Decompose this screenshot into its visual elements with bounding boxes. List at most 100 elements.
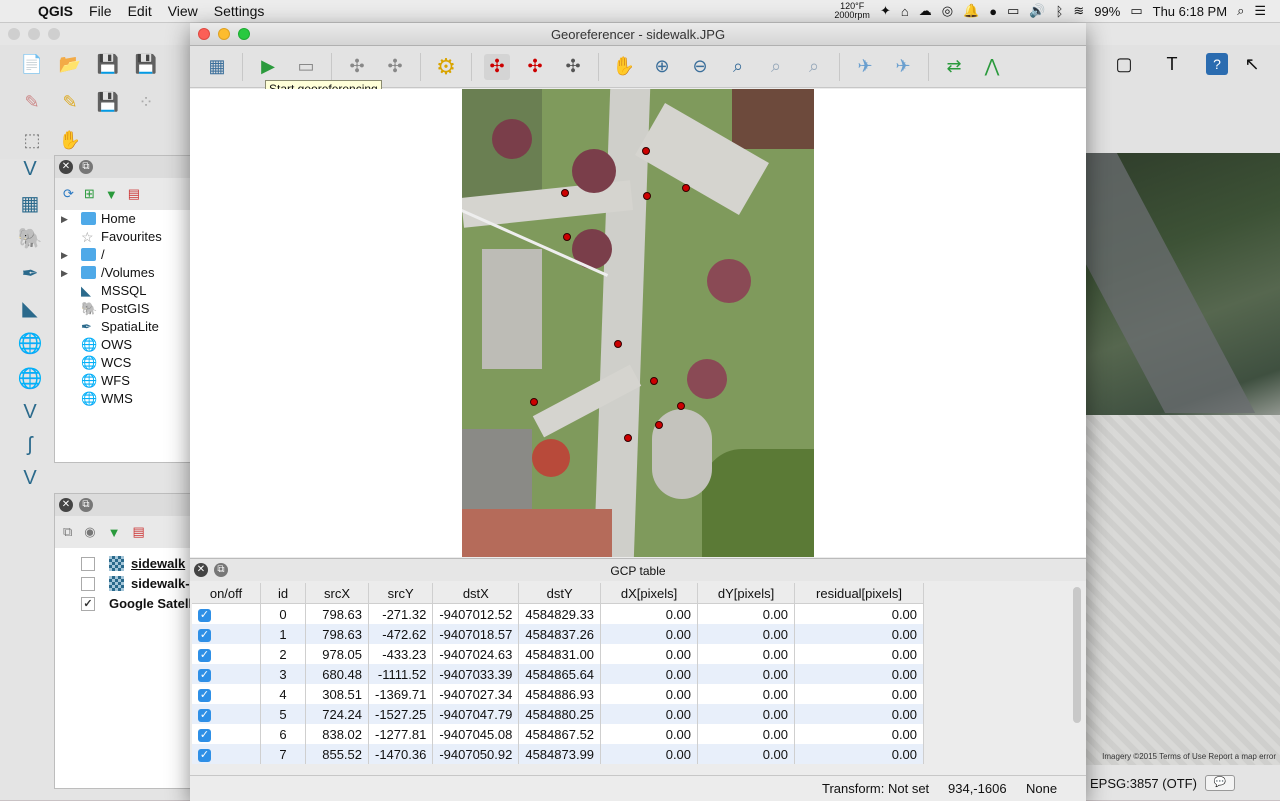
- table-row[interactable]: ✓ 0 798.63 -271.32 -9407012.52 4584829.3…: [192, 603, 925, 624]
- cell-dstx[interactable]: -9407050.92: [432, 744, 520, 764]
- expand-arrow-icon[interactable]: ▶: [61, 210, 68, 228]
- add-mssql-layer-icon[interactable]: ◣: [22, 296, 37, 321]
- column-header-id[interactable]: id: [260, 583, 306, 604]
- chat-bubble-icon[interactable]: ●: [989, 4, 997, 19]
- qgis-minimize-button[interactable]: [28, 28, 40, 40]
- zoom-next-icon[interactable]: ⌕: [801, 54, 827, 80]
- layer-group-icon[interactable]: ⧉: [63, 524, 72, 540]
- add-feature-icon[interactable]: ⁘: [132, 88, 160, 116]
- column-header-srcx[interactable]: srcX: [305, 583, 369, 604]
- gcp-marker[interactable]: [682, 184, 690, 192]
- cell-dsty[interactable]: 4584829.33: [518, 603, 602, 624]
- gcp-marker[interactable]: [643, 192, 651, 200]
- table-row[interactable]: ✓ 6 838.02 -1277.81 -9407045.08 4584867.…: [192, 724, 925, 744]
- browser-item-spatialite[interactable]: ✒ SpatiaLite: [55, 318, 191, 336]
- crs-status-button[interactable]: EPSG:3857 (OTF): [1090, 776, 1197, 791]
- browser-item-wcs[interactable]: 🌐 WCS: [55, 354, 191, 372]
- cell-srcy[interactable]: -1470.36: [368, 744, 434, 764]
- point-enabled-checkbox[interactable]: ✓: [198, 708, 211, 722]
- cell-dsty[interactable]: 4584837.26: [518, 624, 602, 644]
- battery-percent[interactable]: 99%: [1094, 4, 1120, 19]
- layer-item-sidewalk[interactable]: sidewalk: [55, 554, 191, 574]
- zoom-to-layer-icon[interactable]: ⌕: [725, 54, 751, 80]
- filter-legend-icon[interactable]: ▼: [108, 525, 121, 540]
- new-project-icon[interactable]: 📄: [18, 50, 46, 78]
- visibility-eye-icon[interactable]: ◉: [84, 524, 95, 540]
- menu-view[interactable]: View: [160, 3, 206, 19]
- cell-srcx[interactable]: 724.24: [305, 704, 369, 724]
- gcp-table-scrollbar[interactable]: [1073, 587, 1081, 723]
- transformation-settings-icon[interactable]: ⚙: [433, 54, 459, 80]
- filter-icon[interactable]: ▼: [105, 187, 118, 202]
- new-print-composer-icon[interactable]: ▢: [1110, 50, 1138, 78]
- load-gcp-points-icon[interactable]: ✣: [344, 54, 370, 80]
- browser-item-home[interactable]: ▶ Home: [55, 210, 191, 228]
- help-icon[interactable]: ?: [1206, 53, 1228, 75]
- gcp-marker[interactable]: [563, 233, 571, 241]
- browser-item-postgis[interactable]: 🐘 PostGIS: [55, 300, 191, 318]
- cell-srcx[interactable]: 838.02: [305, 724, 369, 744]
- cell-dstx[interactable]: -9407027.34: [432, 684, 520, 704]
- move-gcp-point-icon[interactable]: ✣: [560, 54, 586, 80]
- cell-srcx[interactable]: 855.52: [305, 744, 369, 764]
- link-qgis-icon[interactable]: ✈: [890, 54, 916, 80]
- column-header-dy[interactable]: dY[pixels]: [697, 583, 796, 604]
- add-layers-icon[interactable]: ⊞: [84, 186, 95, 202]
- zoom-last-icon[interactable]: ⌕: [763, 54, 789, 80]
- expand-arrow-icon[interactable]: ▶: [61, 246, 68, 264]
- float-panel-icon[interactable]: ⧉: [79, 160, 93, 174]
- cell-srcx[interactable]: 978.05: [305, 644, 369, 664]
- edit-pencil-icon[interactable]: ✎: [18, 88, 46, 116]
- browser-item-wfs[interactable]: 🌐 WFS: [55, 372, 191, 390]
- save-as-icon[interactable]: 💾: [132, 50, 160, 78]
- bank-icon[interactable]: ⌂: [901, 4, 909, 19]
- layer-visibility-checkbox[interactable]: [81, 577, 95, 591]
- close-panel-icon[interactable]: ✕: [59, 498, 73, 512]
- dropbox-icon[interactable]: ✦: [880, 3, 891, 19]
- notification-bell-icon[interactable]: 🔔: [963, 3, 979, 19]
- close-panel-icon[interactable]: ✕: [59, 160, 73, 174]
- airplay-icon[interactable]: ▭: [1007, 3, 1019, 19]
- gcp-marker[interactable]: [561, 189, 569, 197]
- add-point-icon[interactable]: ✣: [484, 53, 510, 80]
- column-header-dx[interactable]: dX[pixels]: [600, 583, 699, 604]
- generate-gdal-script-icon[interactable]: ▭: [293, 54, 319, 80]
- point-enabled-checkbox[interactable]: ✓: [198, 748, 211, 762]
- map-canvas[interactable]: Imagery ©2015 Terms of Use Report a map …: [1086, 153, 1280, 765]
- add-wfs-layer-icon[interactable]: V: [23, 401, 36, 424]
- cell-srcx[interactable]: 680.48: [305, 664, 369, 684]
- menu-edit[interactable]: Edit: [120, 3, 160, 19]
- table-row[interactable]: ✓ 4 308.51 -1369.71 -9407027.34 4584886.…: [192, 684, 925, 704]
- point-enabled-checkbox[interactable]: ✓: [198, 608, 211, 622]
- full-histogram-stretch-icon[interactable]: ⇄: [941, 54, 967, 80]
- add-wcs-layer-icon[interactable]: 🌐: [18, 366, 43, 391]
- cell-srcy[interactable]: -433.23: [368, 644, 434, 664]
- zoom-in-icon[interactable]: ⊕: [649, 54, 675, 80]
- gcp-marker[interactable]: [530, 398, 538, 406]
- cell-srcy[interactable]: -1111.52: [368, 664, 434, 684]
- cell-dsty[interactable]: 4584865.64: [518, 664, 602, 684]
- table-row[interactable]: ✓ 5 724.24 -1527.25 -9407047.79 4584880.…: [192, 704, 925, 724]
- new-shapefile-icon[interactable]: V: [23, 467, 36, 490]
- column-header-dstx[interactable]: dstX: [432, 583, 520, 604]
- add-raster-layer-icon[interactable]: ▦: [21, 191, 40, 216]
- column-header-on-off[interactable]: on/off: [192, 583, 261, 604]
- cell-srcy[interactable]: -271.32: [368, 603, 434, 624]
- gcp-marker[interactable]: [624, 434, 632, 442]
- layer-visibility-checkbox[interactable]: ✓: [81, 597, 95, 611]
- cell-srcx[interactable]: 798.63: [305, 603, 369, 624]
- table-row[interactable]: ✓ 7 855.52 -1470.36 -9407050.92 4584873.…: [192, 744, 925, 764]
- refresh-icon[interactable]: ⟳: [63, 186, 74, 202]
- add-delimited-text-icon[interactable]: ʃ: [28, 434, 32, 457]
- add-vector-layer-icon[interactable]: V: [23, 158, 36, 181]
- notification-center-icon[interactable]: ☰: [1254, 3, 1266, 19]
- browser-item-root[interactable]: ▶ /: [55, 246, 191, 264]
- menu-file[interactable]: File: [81, 3, 120, 19]
- volume-icon[interactable]: 🔊: [1029, 3, 1045, 19]
- qgis-close-button[interactable]: [8, 28, 20, 40]
- cell-srcy[interactable]: -472.62: [368, 624, 434, 644]
- column-header-srcy[interactable]: srcY: [368, 583, 434, 604]
- column-header-dsty[interactable]: dstY: [518, 583, 602, 604]
- annotation-icon[interactable]: T: [1158, 50, 1186, 78]
- cell-dsty[interactable]: 4584886.93: [518, 684, 602, 704]
